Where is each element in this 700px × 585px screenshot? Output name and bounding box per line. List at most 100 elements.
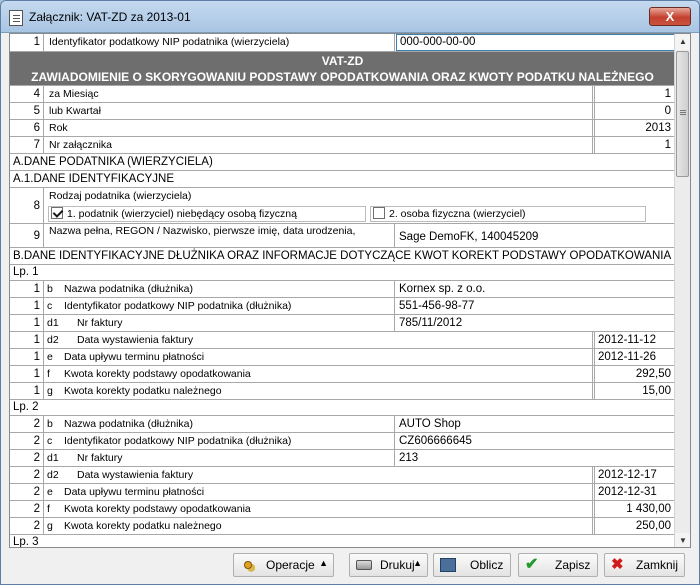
quarter-value[interactable]: 0: [594, 103, 675, 119]
table-row[interactable]: 1 g Kwota korekty podatku należnego 15,0…: [10, 383, 675, 400]
close-button[interactable]: X: [649, 7, 691, 26]
row-number: 9: [10, 224, 44, 247]
row-number: 2: [10, 484, 44, 500]
row-value[interactable]: 250,00: [594, 518, 675, 534]
row-value[interactable]: 15,00: [594, 383, 675, 399]
row-value[interactable]: Kornex sp. z o.o.: [396, 281, 675, 297]
row-label: Data upływu terminu płatności: [61, 484, 593, 500]
row-label: Nr faktury: [74, 315, 395, 331]
zamknij-label: Zamknij: [636, 558, 679, 572]
table-row[interactable]: 2 c Identyfikator podatkowy NIP podatnik…: [10, 433, 675, 450]
row-label: Data wystawienia faktury: [74, 332, 593, 348]
table-row[interactable]: 1 b Nazwa podatnika (dłużnika) Kornex sp…: [10, 281, 675, 298]
row-value[interactable]: 2012-11-12: [594, 332, 675, 348]
row-number: 2: [10, 433, 44, 449]
form-title: ZAWIADOMIENIE O SKORYGOWANIU PODSTAWY OP…: [31, 70, 654, 84]
x-icon: ✖: [611, 556, 624, 573]
checkmark-icon: ✔: [525, 556, 539, 573]
row-code: d1: [47, 452, 59, 464]
window-title: Załącznik: VAT-ZD za 2013-01: [29, 10, 191, 24]
row-number: 2: [10, 416, 44, 432]
table-row[interactable]: 1 f Kwota korekty podstawy opodatkowania…: [10, 366, 675, 383]
oblicz-button[interactable]: Oblicz: [433, 553, 511, 577]
table-row[interactable]: 2 d1 Nr faktury 213: [10, 450, 675, 467]
table-row[interactable]: 2 b Nazwa podatnika (dłużnika) AUTO Shop: [10, 416, 675, 433]
taxpayer-type-option-2[interactable]: 2. osoba fizyczna (wierzyciel): [370, 206, 646, 222]
zapisz-button[interactable]: ✔ Zapisz: [518, 553, 598, 577]
row-number: 1: [10, 281, 44, 297]
row-value[interactable]: 2012-12-31: [594, 484, 675, 500]
row-number: 1: [10, 34, 44, 51]
row-number: 1: [10, 298, 44, 314]
form-grid-panel: 1 Identyfikator podatkowy NIP podatnika …: [9, 33, 691, 548]
scroll-up-arrow-icon[interactable]: ▲: [675, 34, 690, 50]
quarter-label: lub Kwartał: [45, 103, 593, 119]
row-quarter[interactable]: 5 lub Kwartał 0: [10, 103, 675, 120]
table-row[interactable]: 2 e Data upływu terminu płatności 2012-1…: [10, 484, 675, 501]
section-a-heading: A.DANE PODATNIKA (WIERZYCIELA): [10, 154, 675, 171]
row-label: Data upływu terminu płatności: [61, 349, 593, 365]
zamknij-button[interactable]: ✖ Zamknij: [604, 553, 685, 577]
zapisz-label: Zapisz: [555, 558, 591, 572]
table-row[interactable]: 2 d2 Data wystawienia faktury 2012-12-17: [10, 467, 675, 484]
operacje-button[interactable]: Operacje ▲: [233, 553, 334, 577]
row-taxpayer-name[interactable]: 9 Nazwa pełna, REGON / Nazwisko, pierwsz…: [10, 224, 675, 248]
row-value[interactable]: 2012-12-17: [594, 467, 675, 483]
nip-input[interactable]: 000-000-00-00: [396, 34, 675, 51]
row-year[interactable]: 6 Rok 2013: [10, 120, 675, 137]
vertical-scrollbar[interactable]: ▲ ▼: [674, 34, 690, 547]
taxpayer-name-value[interactable]: Sage DemoFK, 140045209: [396, 224, 675, 247]
row-value[interactable]: AUTO Shop: [396, 416, 675, 432]
row-value[interactable]: 785/11/2012: [396, 315, 675, 331]
row-code: d2: [47, 469, 59, 481]
option-2-label: 2. osoba fizyczna (wierzyciel): [389, 208, 526, 220]
row-label: Kwota korekty podstawy opodatkowania: [61, 366, 593, 382]
row-code: d2: [47, 334, 59, 346]
row-value[interactable]: 1 430,00: [594, 501, 675, 517]
row-value[interactable]: 2012-11-26: [594, 349, 675, 365]
table-row[interactable]: 2 f Kwota korekty podstawy opodatkowania…: [10, 501, 675, 518]
row-value[interactable]: 292,50: [594, 366, 675, 382]
month-value[interactable]: 1: [594, 86, 675, 102]
year-value[interactable]: 2013: [594, 120, 675, 136]
table-row[interactable]: 1 d1 Nr faktury 785/11/2012: [10, 315, 675, 332]
row-code: f: [47, 368, 50, 380]
title-bar: Załącznik: VAT-ZD za 2013-01 X: [1, 1, 699, 33]
row-code: f: [47, 503, 50, 515]
section-b-heading: B.DANE IDENTYFIKACYJNE DŁUŻNIKA ORAZ INF…: [10, 248, 675, 265]
row-label: Nazwa podatnika (dłużnika): [61, 281, 395, 297]
checkbox-checked-icon[interactable]: [51, 207, 63, 220]
row-value[interactable]: 213: [396, 450, 675, 466]
checkbox-empty-icon[interactable]: [373, 207, 385, 220]
scrollbar-thumb[interactable]: [676, 51, 689, 177]
nip-label: Identyfikator podatkowy NIP podatnika (w…: [45, 34, 395, 51]
drukuj-label: Drukuj: [380, 558, 415, 572]
row-code: c: [47, 435, 53, 447]
table-row[interactable]: 1 d2 Data wystawienia faktury 2012-11-12: [10, 332, 675, 349]
table-row[interactable]: 1 c Identyfikator podatkowy NIP podatnik…: [10, 298, 675, 315]
caret-up-icon: ▲: [319, 558, 328, 568]
row-number: 1: [10, 349, 44, 365]
attachment-number-value[interactable]: 1: [594, 137, 675, 153]
row-value[interactable]: 551-456-98-77: [396, 298, 675, 314]
row-value[interactable]: CZ606666645: [396, 433, 675, 449]
table-row[interactable]: 1 e Data upływu terminu płatności 2012-1…: [10, 349, 675, 366]
row-number: 1: [10, 332, 44, 348]
printer-icon: [356, 560, 372, 570]
row-number: 5: [10, 103, 44, 119]
form-header: VAT-ZD ZAWIADOMIENIE O SKORYGOWANIU PODS…: [10, 52, 675, 86]
form-code: VAT-ZD: [321, 54, 364, 68]
taxpayer-type-option-1[interactable]: 1. podatnik (wierzyciel) niebędący osobą…: [48, 206, 366, 222]
row-attachment-number[interactable]: 7 Nr załącznika 1: [10, 137, 675, 154]
row-number: 1: [10, 366, 44, 382]
row-number: 7: [10, 137, 44, 153]
row-code: b: [47, 283, 53, 295]
row-number: 2: [10, 501, 44, 517]
document-icon: [9, 10, 23, 26]
scroll-down-arrow-icon[interactable]: ▼: [675, 533, 690, 547]
row-code: e: [47, 486, 53, 498]
table-row[interactable]: 2 g Kwota korekty podatku należnego 250,…: [10, 518, 675, 535]
row-month[interactable]: 4 za Miesiąc 1: [10, 86, 675, 103]
drukuj-button[interactable]: Drukuj ▲: [349, 553, 428, 577]
row-label: Nazwa podatnika (dłużnika): [61, 416, 395, 432]
